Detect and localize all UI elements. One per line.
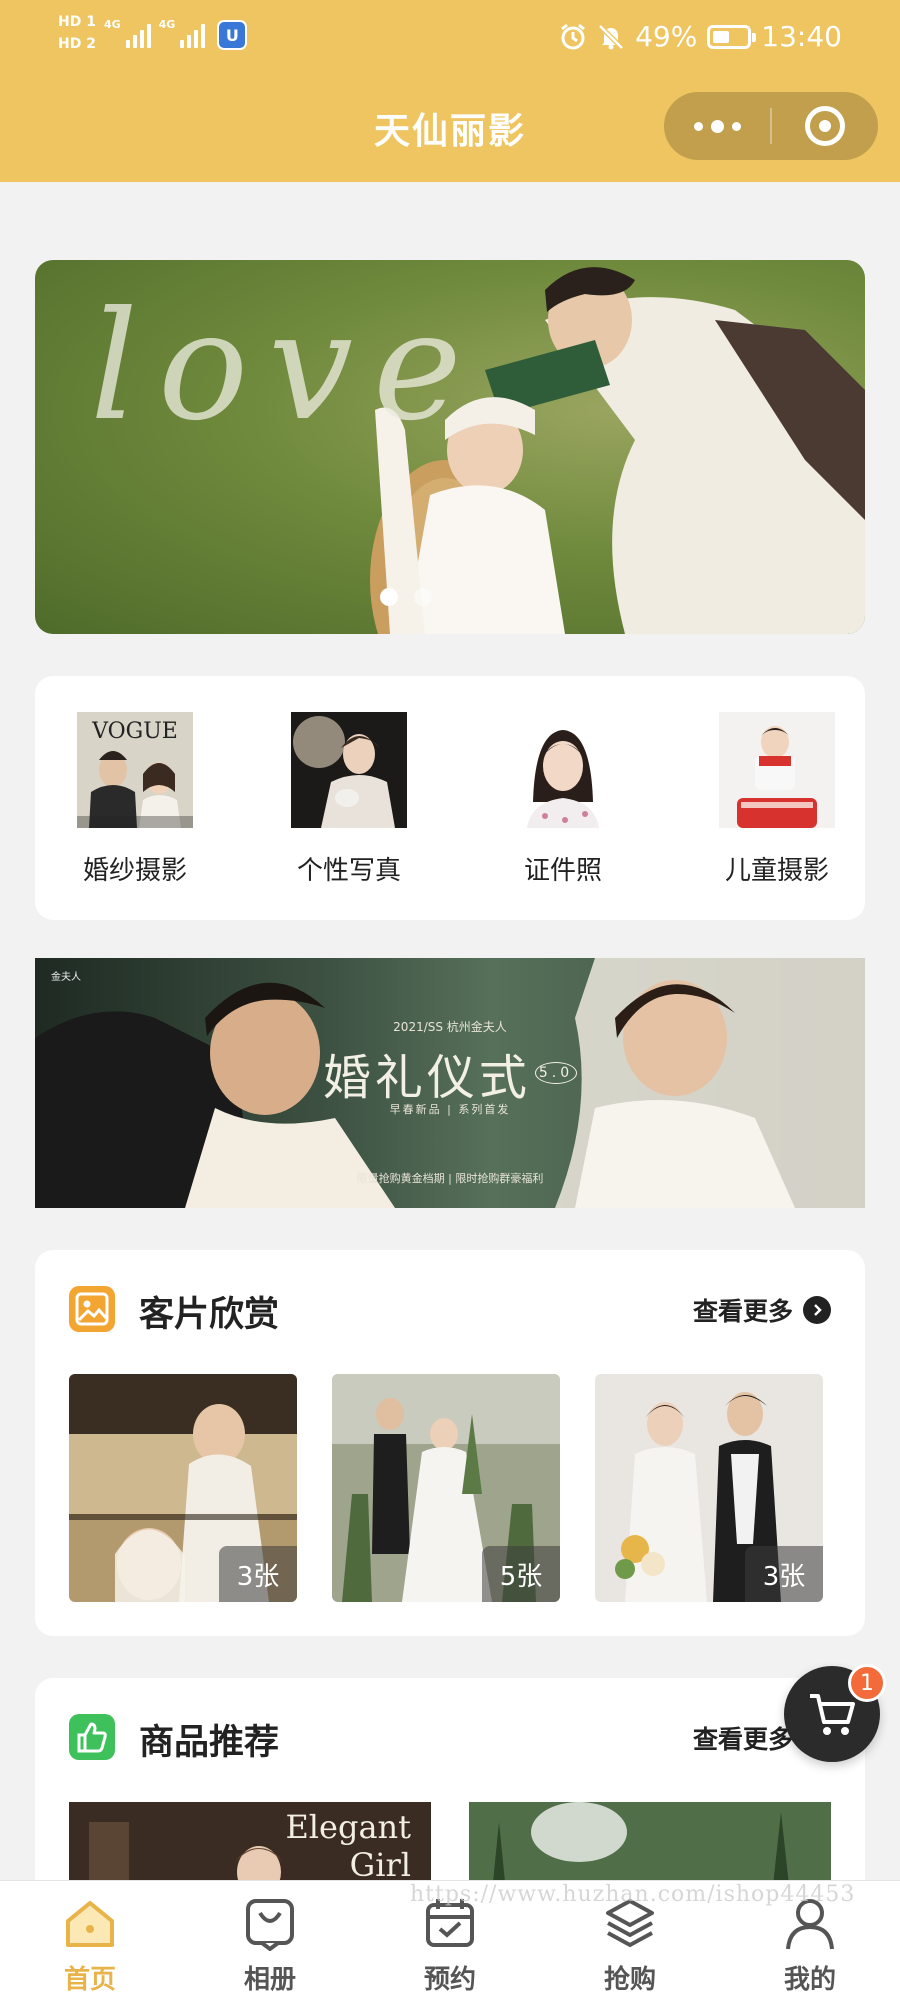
sim1-label: HD 1 — [58, 14, 96, 30]
wedding-brand-logo: 金夫人 — [51, 972, 81, 983]
cart-count-badge: 1 — [848, 1664, 886, 1702]
app-notification-icon: U — [217, 20, 248, 50]
network2-label: 4G — [158, 18, 176, 31]
banner-love-text: love — [90, 280, 482, 454]
category-portrait[interactable]: 个性写真 — [259, 712, 439, 887]
portrait-thumbnail — [291, 712, 407, 828]
category-label: 婚纱摄影 — [82, 856, 187, 886]
gallery-section: 客片欣赏 查看更多 3张 5张 3张 — [35, 1250, 865, 1636]
alarm-icon — [561, 23, 585, 49]
battery-percent: 49% — [635, 20, 698, 53]
see-more-label: 查看更多 — [692, 1297, 793, 1326]
signal-icon: 4G — [159, 18, 206, 48]
category-kids[interactable]: 儿童摄影 — [687, 712, 867, 887]
gallery-photo[interactable]: 3张 — [69, 1374, 297, 1602]
photo-count-badge: 3张 — [745, 1546, 823, 1602]
carousel-dot[interactable] — [414, 588, 432, 606]
category-id-photo[interactable]: 证件照 — [473, 712, 653, 887]
cart-icon — [810, 1694, 855, 1735]
close-miniprogram-button[interactable] — [772, 92, 878, 160]
tab-label: 预约 — [423, 1965, 476, 1995]
sim2-label: HD 2 — [58, 36, 96, 52]
battery-icon — [707, 24, 757, 49]
wedding-footer-text: 限量抢购黄金档期 | 限时抢购群豪福利 — [356, 1172, 544, 1185]
product-caption-line: Girl — [349, 1846, 411, 1884]
clock: 13:40 — [761, 20, 842, 53]
tab-label: 相册 — [243, 1965, 296, 1995]
wedding-subtitle: 2021/SS 杭州金夫人 — [393, 1020, 507, 1034]
hero-banner[interactable]: love — [35, 260, 865, 634]
header-bar: HD 1 HD 2 4G 4G U 49% 13:40 天仙丽影 — [0, 0, 900, 182]
section-title: 客片欣赏 — [139, 1295, 280, 1335]
category-label: 个性写真 — [296, 856, 401, 886]
watermark-text: https://www.huzhan.com/ishop44453 — [410, 1882, 856, 1907]
product-caption: Elegant Girl — [285, 1808, 411, 1884]
tab-home[interactable]: 首页 — [0, 1881, 180, 2000]
id-photo-thumbnail — [505, 712, 621, 828]
category-label: 儿童摄影 — [724, 856, 829, 886]
carousel-dot-active[interactable] — [380, 588, 398, 606]
gallery-header: 客片欣赏 查看更多 — [69, 1284, 831, 1335]
wedding-version-badge: 5.0 — [534, 1062, 578, 1084]
album-icon — [242, 1895, 298, 1951]
status-left: HD 1 HD 2 4G 4G U — [58, 14, 248, 52]
gallery-photo[interactable]: 3张 — [595, 1374, 823, 1602]
miniprogram-capsule — [664, 92, 878, 160]
wedding-thumbnail: VOGUE — [77, 712, 193, 828]
category-card: VOGUE 婚纱摄影 个性写真 证件照 儿童摄影 — [35, 676, 865, 920]
chevron-right-icon — [803, 1296, 831, 1324]
tab-label: 首页 — [63, 1965, 116, 1995]
wedding-title: 婚礼仪式 5.0 — [35, 1038, 865, 1108]
signal-icon: 4G — [104, 18, 151, 48]
carousel-dots — [380, 588, 432, 606]
target-icon — [805, 106, 845, 146]
network1-label: 4G — [103, 18, 121, 31]
tab-label: 抢购 — [603, 1965, 656, 1995]
see-more-label: 查看更多 — [692, 1725, 793, 1754]
category-wedding[interactable]: VOGUE 婚纱摄影 — [45, 712, 225, 887]
home-icon — [62, 1895, 118, 1951]
products-header: 商品推荐 查看更多 — [69, 1712, 831, 1763]
product-caption-line: Elegant — [285, 1808, 411, 1846]
gallery-photo[interactable]: 5张 — [332, 1374, 560, 1602]
wedding-ceremony-banner[interactable]: 金夫人 2021/SS 杭州金夫人 婚礼仪式 5.0 早春新品 | 系列首发 限量… — [35, 958, 865, 1208]
mute-bell-icon — [598, 23, 624, 50]
wedding-tagline: 早春新品 | 系列首发 — [389, 1103, 511, 1116]
wedding-title-text: 婚礼仪式 — [322, 1050, 531, 1106]
thumbs-up-icon — [69, 1714, 115, 1760]
tab-label: 我的 — [783, 1965, 836, 1995]
svg-text:VOGUE: VOGUE — [91, 719, 178, 744]
picture-icon — [69, 1286, 115, 1332]
tab-album[interactable]: 相册 — [180, 1881, 360, 2000]
gallery-see-more-link[interactable]: 查看更多 — [693, 1292, 831, 1328]
status-right: 49% 13:40 — [559, 20, 842, 53]
more-menu-button[interactable] — [664, 92, 770, 160]
photo-count-badge: 3张 — [219, 1546, 297, 1602]
photo-count-badge: 5张 — [482, 1546, 560, 1602]
cart-button[interactable]: 1 — [784, 1664, 886, 1762]
sim-labels: HD 1 HD 2 — [58, 14, 96, 52]
category-label: 证件照 — [523, 856, 602, 886]
kids-thumbnail — [719, 712, 835, 828]
status-bar: HD 1 HD 2 4G 4G U 49% 13:40 — [0, 0, 900, 80]
section-title: 商品推荐 — [139, 1723, 280, 1763]
